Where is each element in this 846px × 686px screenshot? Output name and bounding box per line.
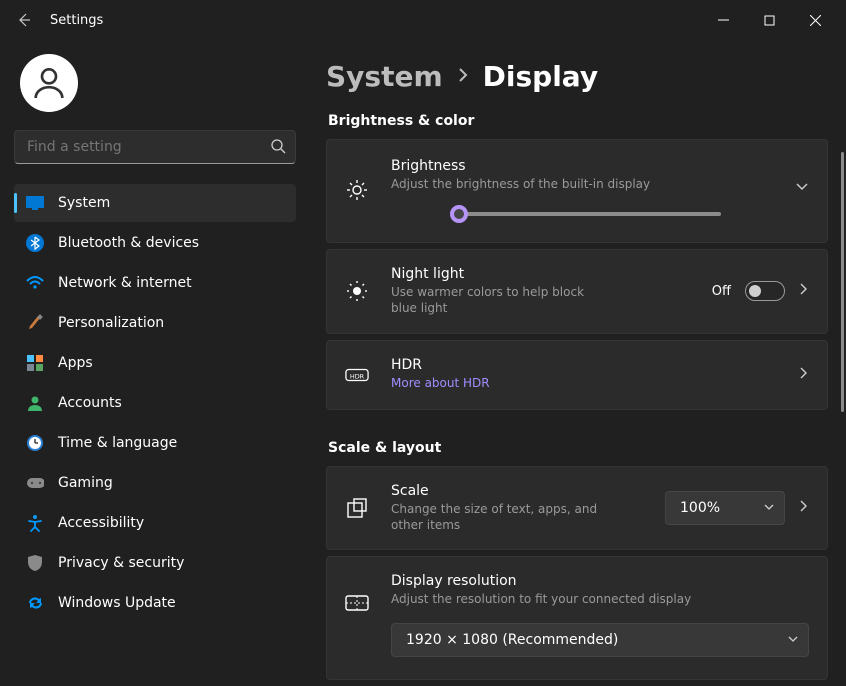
scrollbar[interactable] bbox=[841, 152, 844, 412]
user-avatar[interactable] bbox=[20, 54, 78, 112]
nav-item-system[interactable]: System bbox=[14, 184, 296, 222]
shield-icon bbox=[26, 554, 44, 572]
chevron-right-icon[interactable] bbox=[799, 366, 809, 384]
scale-card[interactable]: Scale Change the size of text, apps, and… bbox=[326, 466, 828, 550]
paintbrush-icon bbox=[26, 314, 44, 332]
nav-item-update[interactable]: Windows Update bbox=[14, 584, 296, 622]
section-title-brightness: Brightness & color bbox=[328, 113, 828, 129]
chevron-right-icon[interactable] bbox=[799, 282, 809, 300]
window-controls bbox=[700, 4, 838, 36]
sun-icon bbox=[345, 178, 369, 202]
breadcrumb: System Display bbox=[326, 60, 828, 93]
nav-label: Personalization bbox=[58, 315, 164, 331]
section-title-scale: Scale & layout bbox=[328, 440, 828, 456]
hdr-title: HDR bbox=[391, 357, 777, 373]
scale-sub: Change the size of text, apps, and other… bbox=[391, 501, 611, 533]
nightlight-card[interactable]: Night light Use warmer colors to help bl… bbox=[326, 249, 828, 333]
nav-item-time[interactable]: Time & language bbox=[14, 424, 296, 462]
nav-label: Accounts bbox=[58, 395, 122, 411]
apps-icon bbox=[26, 354, 44, 372]
close-button[interactable] bbox=[792, 4, 838, 36]
nightlight-toggle[interactable] bbox=[745, 281, 785, 301]
svg-text:HDR: HDR bbox=[350, 372, 365, 380]
nav-label: Bluetooth & devices bbox=[58, 235, 199, 251]
chevron-right-icon bbox=[457, 67, 469, 87]
resolution-title: Display resolution bbox=[391, 573, 809, 589]
back-button[interactable] bbox=[8, 4, 40, 36]
brightness-slider[interactable] bbox=[451, 212, 761, 216]
sidebar: System Bluetooth & devices Network & int… bbox=[0, 40, 310, 686]
clock-icon bbox=[26, 434, 44, 452]
nightlight-icon bbox=[345, 279, 369, 303]
chevron-down-icon bbox=[788, 632, 798, 648]
main-content: System Display Brightness & color Bright… bbox=[310, 40, 846, 686]
search-input[interactable] bbox=[14, 130, 296, 164]
display-icon bbox=[26, 194, 44, 212]
scale-icon bbox=[345, 496, 369, 520]
nightlight-title: Night light bbox=[391, 266, 690, 282]
resolution-card[interactable]: Display resolution Adjust the resolution… bbox=[326, 556, 828, 680]
resolution-sub: Adjust the resolution to fit your connec… bbox=[391, 591, 809, 607]
wifi-icon bbox=[26, 274, 44, 292]
nav-label: Apps bbox=[58, 355, 93, 371]
scale-select[interactable]: 100% bbox=[665, 491, 785, 525]
brightness-sub: Adjust the brightness of the built-in di… bbox=[391, 176, 761, 192]
brightness-title: Brightness bbox=[391, 158, 761, 174]
nav-label: Windows Update bbox=[58, 595, 176, 611]
nav-label: Accessibility bbox=[58, 515, 144, 531]
breadcrumb-root[interactable]: System bbox=[326, 60, 443, 93]
gamepad-icon bbox=[26, 474, 44, 492]
resolution-icon bbox=[345, 591, 369, 615]
search-icon bbox=[270, 138, 286, 158]
bluetooth-icon bbox=[26, 234, 44, 252]
titlebar: Settings bbox=[0, 0, 846, 40]
nav-label: System bbox=[58, 195, 110, 211]
search-box bbox=[14, 130, 296, 164]
hdr-icon: HDR bbox=[345, 363, 369, 387]
resolution-select[interactable]: 1920 × 1080 (Recommended) bbox=[391, 623, 809, 657]
nav-item-privacy[interactable]: Privacy & security bbox=[14, 544, 296, 582]
person-icon bbox=[26, 394, 44, 412]
breadcrumb-page: Display bbox=[483, 60, 598, 93]
scale-title: Scale bbox=[391, 483, 643, 499]
nav-item-network[interactable]: Network & internet bbox=[14, 264, 296, 302]
nav-label: Gaming bbox=[58, 475, 113, 491]
nav-item-accounts[interactable]: Accounts bbox=[14, 384, 296, 422]
nav-item-personalization[interactable]: Personalization bbox=[14, 304, 296, 342]
nightlight-state: Off bbox=[712, 284, 731, 299]
nav-label: Privacy & security bbox=[58, 555, 184, 571]
nightlight-sub: Use warmer colors to help block blue lig… bbox=[391, 284, 601, 316]
nav-label: Network & internet bbox=[58, 275, 192, 291]
hdr-link[interactable]: More about HDR bbox=[391, 375, 777, 391]
brightness-card[interactable]: Brightness Adjust the brightness of the … bbox=[326, 139, 828, 243]
nav-label: Time & language bbox=[58, 435, 177, 451]
hdr-card[interactable]: HDR HDR More about HDR bbox=[326, 340, 828, 410]
nav-item-bluetooth[interactable]: Bluetooth & devices bbox=[14, 224, 296, 262]
app-title: Settings bbox=[50, 13, 103, 28]
accessibility-icon bbox=[26, 514, 44, 532]
nav-item-apps[interactable]: Apps bbox=[14, 344, 296, 382]
update-icon bbox=[26, 594, 44, 612]
chevron-right-icon[interactable] bbox=[799, 499, 809, 517]
nav-item-accessibility[interactable]: Accessibility bbox=[14, 504, 296, 542]
expand-button[interactable] bbox=[795, 178, 809, 197]
nav-list: System Bluetooth & devices Network & int… bbox=[14, 184, 296, 622]
maximize-button[interactable] bbox=[746, 4, 792, 36]
chevron-down-icon bbox=[764, 500, 774, 516]
resolution-value: 1920 × 1080 (Recommended) bbox=[406, 632, 618, 648]
minimize-button[interactable] bbox=[700, 4, 746, 36]
scale-value: 100% bbox=[680, 500, 720, 516]
nav-item-gaming[interactable]: Gaming bbox=[14, 464, 296, 502]
